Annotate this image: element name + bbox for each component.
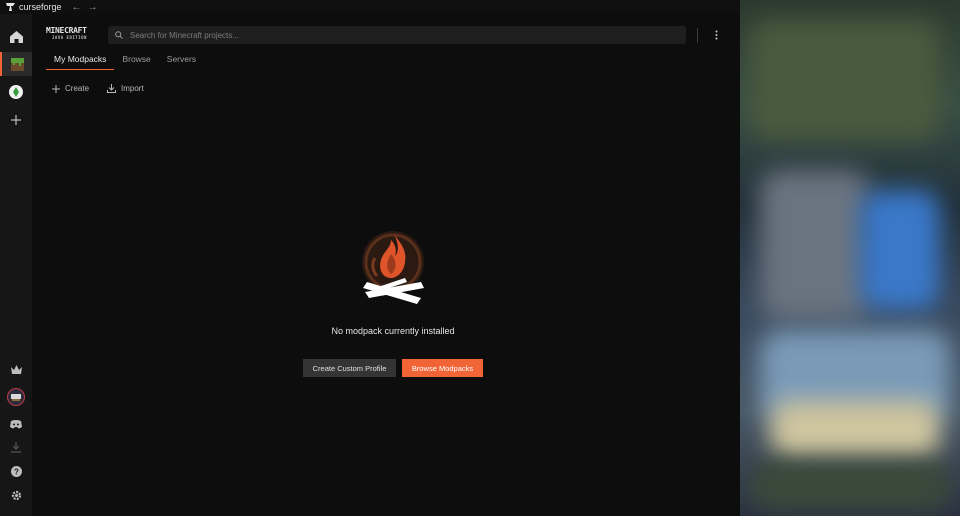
blur-region bbox=[750, 20, 940, 140]
back-arrow-icon[interactable]: ← bbox=[72, 2, 82, 13]
import-icon bbox=[107, 84, 117, 93]
blur-region bbox=[770, 400, 940, 460]
curseforge-logo-icon bbox=[6, 3, 15, 12]
search-input[interactable] bbox=[128, 29, 672, 41]
home-icon[interactable] bbox=[0, 25, 32, 49]
minecraft-grass-icon[interactable] bbox=[0, 52, 32, 76]
blur-region bbox=[860, 190, 940, 310]
create-button[interactable]: Create bbox=[52, 84, 89, 93]
game-logo-subtitle: JAVA EDITION bbox=[52, 35, 87, 40]
more-options-icon[interactable] bbox=[708, 26, 724, 44]
svg-text:?: ? bbox=[14, 467, 19, 476]
settings-icon[interactable] bbox=[0, 483, 32, 507]
import-button[interactable]: Import bbox=[107, 84, 144, 93]
tab-servers[interactable]: Servers bbox=[159, 52, 204, 70]
blur-region bbox=[750, 460, 950, 510]
left-rail: ? bbox=[0, 14, 32, 516]
browse-modpacks-button[interactable]: Browse Modpacks bbox=[402, 359, 483, 377]
header-divider bbox=[697, 28, 698, 43]
empty-state-message: No modpack currently installed bbox=[331, 326, 455, 336]
main-content: MINECRAFT JAVA EDITION My Modpacks Brows… bbox=[32, 14, 740, 516]
search-icon bbox=[115, 31, 123, 39]
app-name: curseforge bbox=[19, 2, 62, 12]
import-label: Import bbox=[121, 84, 144, 93]
blurred-background-window bbox=[740, 0, 960, 516]
minecraft-logo: MINECRAFT JAVA EDITION bbox=[46, 26, 100, 42]
campfire-icon bbox=[361, 230, 427, 310]
crown-icon[interactable] bbox=[0, 357, 32, 381]
plus-icon[interactable] bbox=[0, 108, 32, 132]
title-bar: curseforge ← → bbox=[0, 0, 740, 14]
blur-region bbox=[760, 170, 870, 320]
action-bar: Create Import bbox=[52, 84, 144, 93]
create-label: Create bbox=[65, 84, 90, 93]
forward-arrow-icon[interactable]: → bbox=[88, 2, 98, 13]
help-icon[interactable]: ? bbox=[0, 459, 32, 483]
create-custom-profile-button[interactable]: Create Custom Profile bbox=[303, 359, 396, 377]
avatar[interactable] bbox=[0, 385, 32, 409]
search-bar[interactable] bbox=[108, 26, 686, 44]
game-logo-title: MINECRAFT bbox=[46, 26, 87, 35]
discord-icon[interactable] bbox=[0, 412, 32, 436]
plus-icon bbox=[52, 84, 60, 93]
tab-bar: My Modpacks Browse Servers bbox=[46, 52, 204, 70]
download-icon[interactable] bbox=[0, 435, 32, 459]
game-icon[interactable] bbox=[0, 80, 32, 104]
tab-my-modpacks[interactable]: My Modpacks bbox=[46, 52, 115, 70]
tab-browse[interactable]: Browse bbox=[114, 52, 158, 70]
